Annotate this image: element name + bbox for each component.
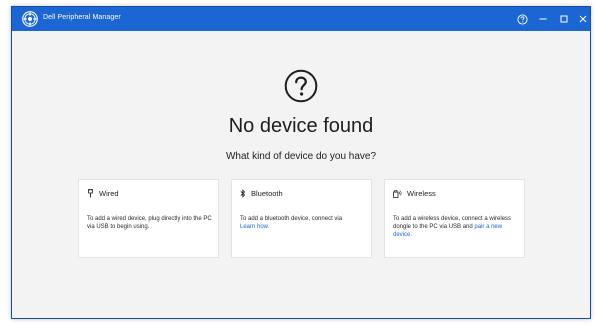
card-description: To add a wireless device, connect a wire… bbox=[393, 215, 519, 239]
bluetooth-icon bbox=[240, 189, 246, 198]
wired-device-card[interactable]: Wired To add a wired device, plug direct… bbox=[78, 179, 219, 258]
card-header: Wireless bbox=[393, 189, 436, 198]
page-subtitle: What kind of device do you have? bbox=[225, 151, 377, 162]
card-description: To add a wired device, plug directly int… bbox=[87, 215, 213, 231]
question-circle-icon bbox=[516, 13, 528, 25]
help-button[interactable] bbox=[514, 11, 530, 27]
card-title: Bluetooth bbox=[251, 189, 283, 198]
wireless-dongle-icon bbox=[393, 189, 402, 198]
maximize-button[interactable] bbox=[556, 11, 572, 27]
page-title: No device found bbox=[228, 115, 374, 137]
close-button[interactable] bbox=[575, 11, 591, 27]
minimize-icon bbox=[539, 18, 547, 20]
screen: Dell Peripheral Manager No device found … bbox=[0, 0, 597, 327]
question-circle-icon bbox=[284, 69, 318, 103]
close-icon bbox=[579, 15, 587, 23]
wireless-device-card[interactable]: Wireless To add a wireless device, conne… bbox=[384, 179, 525, 258]
usb-plug-icon bbox=[87, 189, 94, 198]
dell-logo-icon bbox=[22, 11, 38, 27]
card-header: Wired bbox=[87, 189, 119, 198]
window-title: Dell Peripheral Manager bbox=[43, 14, 121, 21]
card-header: Bluetooth bbox=[240, 189, 283, 198]
title-bar[interactable]: Dell Peripheral Manager bbox=[12, 7, 590, 31]
card-description-text: To add a bluetooth device, connect via bbox=[240, 216, 343, 222]
learn-how-link[interactable]: Learn how. bbox=[240, 224, 269, 230]
maximize-icon bbox=[560, 15, 568, 23]
card-description: To add a bluetooth device, connect via L… bbox=[240, 215, 366, 231]
minimize-button[interactable] bbox=[535, 11, 551, 27]
card-title: Wired bbox=[99, 189, 119, 198]
app-window: Dell Peripheral Manager No device found … bbox=[11, 6, 591, 319]
card-title: Wireless bbox=[407, 189, 436, 198]
main-content: No device found What kind of device do y… bbox=[12, 31, 590, 318]
bluetooth-device-card[interactable]: Bluetooth To add a bluetooth device, con… bbox=[231, 179, 372, 258]
card-description-text: To add a wired device, plug directly int… bbox=[87, 216, 212, 230]
